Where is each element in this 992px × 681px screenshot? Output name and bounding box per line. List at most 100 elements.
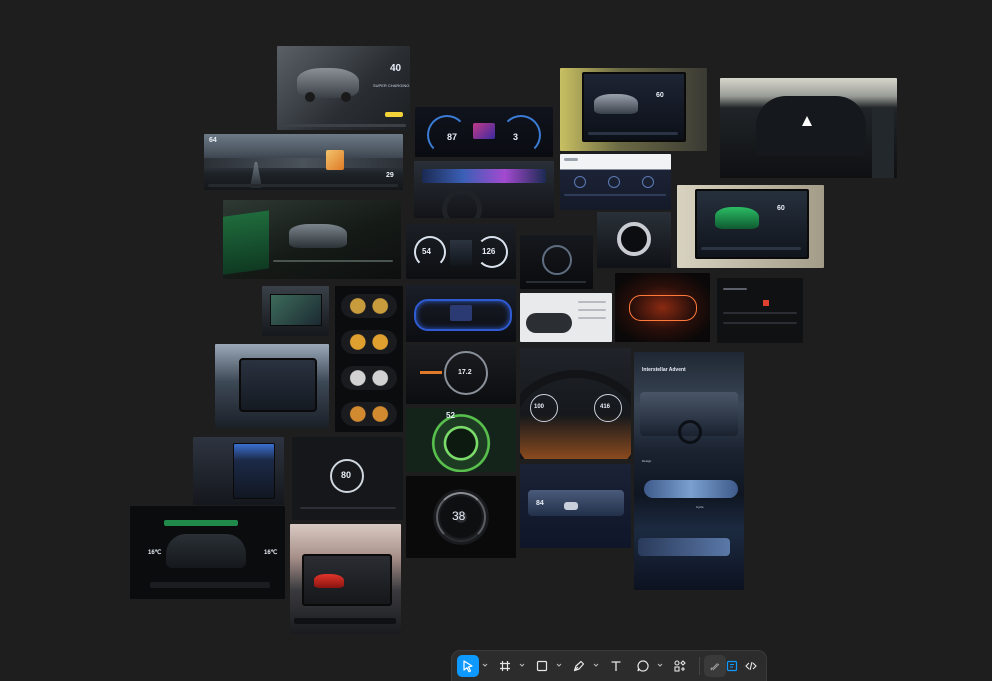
chevron-down-icon[interactable] xyxy=(481,661,489,669)
design-mode-icon xyxy=(726,660,738,672)
center-gauge xyxy=(542,245,572,275)
pen-tool[interactable] xyxy=(568,655,590,677)
frame-interstellar-advent[interactable]: Interstellar Advent Design Cycle xyxy=(634,352,744,590)
frame-blue-cluster[interactable] xyxy=(406,285,516,342)
frame-arrow-navigation[interactable] xyxy=(720,78,897,178)
dashboard-hood xyxy=(756,96,866,156)
bottom-toolbar xyxy=(452,651,766,681)
frame-cluster-54[interactable]: 54 126 xyxy=(406,224,516,279)
frame-red-glow-cluster[interactable] xyxy=(615,273,710,342)
center-widget xyxy=(450,305,472,321)
steering-wheel xyxy=(678,420,702,444)
center-display xyxy=(239,358,317,412)
seat-bar xyxy=(164,520,238,526)
control-row xyxy=(564,194,666,196)
dock-bar xyxy=(588,132,678,135)
design-canvas[interactable]: 40 SUPER CHARGING 64 29 87 3 60 60 54 12… xyxy=(0,0,992,678)
car-image xyxy=(594,94,638,114)
info-bar xyxy=(526,281,586,283)
frame-vertical-tablet[interactable] xyxy=(193,437,284,505)
move-tool[interactable] xyxy=(457,655,479,677)
frame-dark-ui-kit[interactable] xyxy=(717,278,803,343)
speech-bubble-icon xyxy=(637,660,649,672)
car-image xyxy=(289,224,347,248)
chevron-down-icon[interactable] xyxy=(518,661,526,669)
header-label xyxy=(723,288,747,290)
spec-line xyxy=(578,317,606,319)
frame-settings-screen[interactable] xyxy=(560,154,671,210)
frame-landscape-driving[interactable]: 64 29 xyxy=(204,134,403,190)
spec-line xyxy=(578,301,606,303)
hash-frame-icon xyxy=(500,661,510,671)
frame-green-rings[interactable]: 52 xyxy=(406,408,516,472)
cluster-thumbnail xyxy=(526,313,572,333)
frame-yellow-car-screen[interactable]: 60 xyxy=(560,68,707,151)
dock-bar xyxy=(701,247,801,250)
frame-round-cluster[interactable] xyxy=(597,212,671,268)
frame-small-tablet[interactable] xyxy=(262,286,329,336)
rectangle-icon xyxy=(536,660,548,672)
frame-red-car-tablet[interactable] xyxy=(290,524,401,634)
mini-gauge xyxy=(574,176,586,188)
frame-light-ui-kit[interactable] xyxy=(520,293,612,342)
header-label xyxy=(564,158,578,161)
wide-display xyxy=(644,480,738,498)
center-display xyxy=(233,443,275,499)
road-graphic xyxy=(450,240,472,266)
frame-compact-cluster[interactable] xyxy=(520,235,593,289)
frame-tool[interactable] xyxy=(494,655,516,677)
frame-navy-display[interactable]: 84 xyxy=(520,464,631,548)
frame-steering-cluster[interactable]: 100 416 xyxy=(520,348,631,459)
frame-blue-tablet-interior[interactable] xyxy=(215,344,329,428)
car-image xyxy=(715,207,759,229)
car-image xyxy=(314,574,344,588)
frame-green-dashboard[interactable] xyxy=(223,200,401,279)
cluster-ring xyxy=(629,295,697,321)
text-t-icon xyxy=(611,661,621,671)
dock-bar xyxy=(208,184,398,187)
right-value: 3 xyxy=(513,132,519,142)
right-gauge xyxy=(501,115,541,155)
pen-nib-icon xyxy=(573,660,585,672)
frame-cluster-80[interactable]: 80 xyxy=(292,437,403,520)
frame-ev-charging[interactable]: 40 SUPER CHARGING xyxy=(277,46,410,130)
row-line xyxy=(723,312,797,314)
text-tool[interactable] xyxy=(605,655,627,677)
arrow-up-icon xyxy=(802,116,812,126)
chevron-down-icon[interactable] xyxy=(656,661,664,669)
center-display xyxy=(302,554,392,606)
frame-green-car-tablet[interactable]: 60 xyxy=(677,185,824,268)
frame-cluster-variants[interactable] xyxy=(335,286,403,432)
car-image xyxy=(564,502,578,510)
info-bar xyxy=(300,507,396,509)
center-display xyxy=(270,294,322,326)
red-accent xyxy=(763,300,769,306)
right-value: 126 xyxy=(482,247,496,256)
chevron-down-icon[interactable] xyxy=(555,661,563,669)
frame-cluster-87[interactable]: 87 3 xyxy=(415,107,553,157)
shape-tool[interactable] xyxy=(531,655,553,677)
cabin-image xyxy=(166,534,246,568)
round-display xyxy=(617,222,651,256)
speed-value: 60 xyxy=(777,205,785,212)
cluster-variant xyxy=(341,294,397,318)
chevron-down-icon[interactable] xyxy=(592,661,600,669)
orange-indicator xyxy=(420,371,442,374)
actions-tool[interactable] xyxy=(669,655,691,677)
wheel-graphic xyxy=(341,92,351,102)
charging-label: SUPER CHARGING xyxy=(373,83,410,88)
section-label: Cycle xyxy=(696,505,704,509)
speed-value: 84 xyxy=(536,500,544,507)
frame-climate-screen[interactable]: 16℃ 16℃ xyxy=(130,506,285,599)
frame-wide-interior[interactable] xyxy=(414,161,554,218)
right-temp: 16℃ xyxy=(264,550,278,556)
dev-mode-tool[interactable] xyxy=(740,655,762,677)
speed-value: 38 xyxy=(452,509,466,523)
frame-dark-circle[interactable]: 38 xyxy=(406,476,516,558)
frame-speedometer[interactable]: 17.2 xyxy=(406,345,516,404)
speed-value: 80 xyxy=(341,470,352,480)
green-panel xyxy=(223,210,269,276)
dock-bar xyxy=(273,260,393,262)
wheel-graphic xyxy=(305,92,315,102)
comment-tool[interactable] xyxy=(632,655,654,677)
